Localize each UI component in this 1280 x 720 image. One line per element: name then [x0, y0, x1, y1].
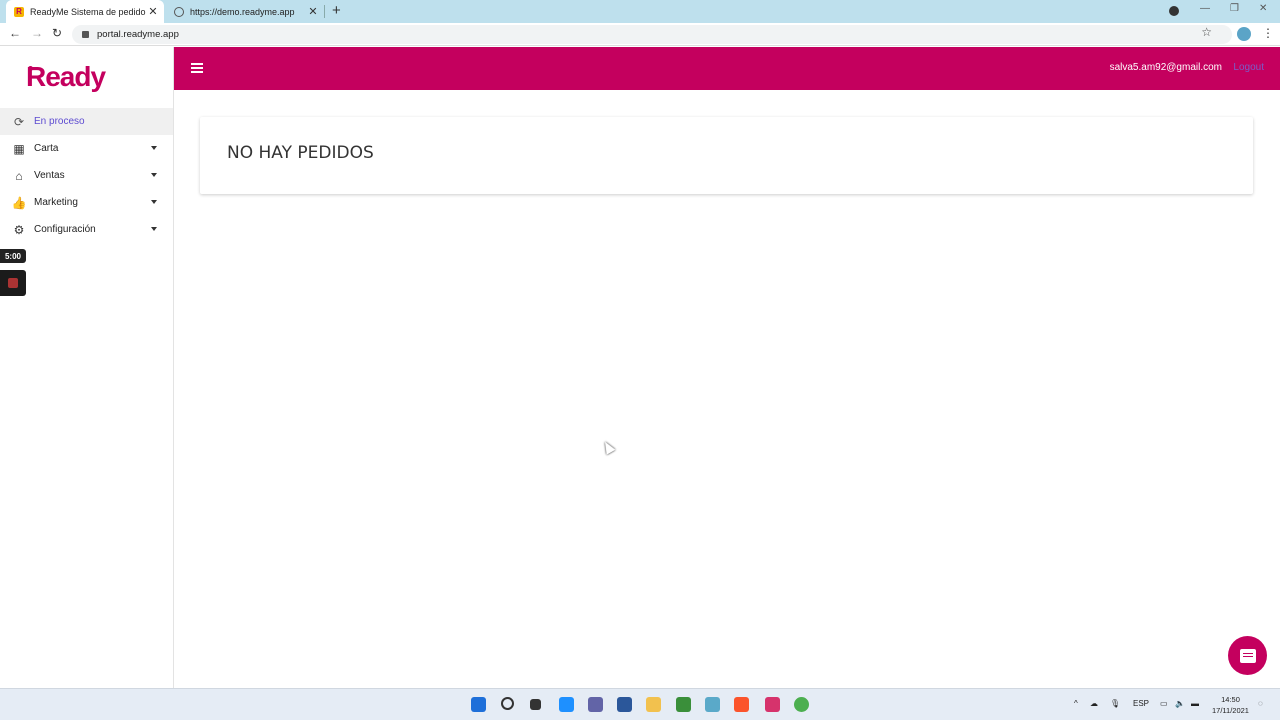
search-icon[interactable] — [501, 697, 514, 710]
app-icon[interactable] — [617, 697, 632, 712]
process-icon: ⟳ — [13, 114, 25, 129]
sidebar-item-carta[interactable]: ▦ Carta — [0, 135, 173, 162]
chevron-down-icon — [151, 200, 157, 204]
new-tab-icon[interactable]: + — [332, 2, 341, 19]
chevron-down-icon — [151, 173, 157, 177]
logout-link[interactable]: Logout — [1233, 62, 1264, 73]
sidebar-item-configuracion[interactable]: ⚙ Configuración — [0, 216, 173, 243]
dashboard-icon: ▦ — [13, 141, 25, 156]
close-tab-icon[interactable]: ✕ — [306, 5, 320, 18]
sidebar: Ready ⟳ En proceso ▦ Carta ⌂ Ventas 👍 Ma… — [0, 47, 174, 688]
sidebar-item-en-proceso[interactable]: ⟳ En proceso — [0, 108, 173, 135]
tab-title: https://demo.readyme.app — [190, 6, 295, 17]
app-icon[interactable] — [705, 697, 720, 712]
restore-icon[interactable]: ❐ — [1230, 3, 1239, 14]
sidebar-item-label: Marketing — [34, 197, 78, 208]
close-tab-icon[interactable]: ✕ — [146, 5, 160, 18]
teams-icon[interactable] — [588, 697, 603, 712]
tab-title: ReadyMe Sistema de pedidos — [30, 6, 146, 17]
sidebar-item-label: En proceso — [34, 116, 85, 127]
gear-icon: ⚙ — [13, 222, 25, 237]
globe-icon — [174, 6, 184, 17]
clock-time: 14:50 — [1221, 695, 1240, 704]
brave-icon[interactable] — [734, 697, 749, 712]
browser-tab-demo[interactable]: https://demo.readyme.app ✕ — [166, 0, 324, 23]
url-bar[interactable]: portal.readyme.app ☆ — [72, 25, 1232, 44]
chat-icon — [1239, 648, 1256, 663]
sidebar-item-ventas[interactable]: ⌂ Ventas — [0, 162, 173, 189]
readyme-favicon-icon: R — [14, 6, 24, 17]
chevron-down-icon — [151, 227, 157, 231]
minimize-icon[interactable]: — — [1200, 3, 1210, 14]
sidebar-item-marketing[interactable]: 👍 Marketing — [0, 189, 173, 216]
microphone-icon[interactable]: 🎙 — [1110, 699, 1120, 708]
ready-logo[interactable]: Ready — [26, 61, 106, 93]
chrome-icon[interactable] — [794, 697, 809, 712]
sidebar-item-label: Carta — [34, 143, 59, 154]
recording-timer: 5:00 — [0, 249, 26, 263]
sidebar-item-label: Configuración — [34, 224, 96, 235]
thumb-up-icon: 👍 — [11, 195, 27, 210]
mouse-cursor — [600, 439, 616, 455]
address-bar-row: ← → ↻ portal.readyme.app ☆ ⋮ — [0, 23, 1280, 46]
empty-orders-message: NO HAY PEDIDOS — [227, 143, 374, 163]
browser-menu-icon[interactable]: ⋮ — [1262, 26, 1274, 40]
battery-icon[interactable]: ▬ — [1191, 699, 1199, 708]
app-icon[interactable] — [765, 697, 780, 712]
system-clock[interactable]: 14:50 17/11/2021 — [1212, 694, 1249, 716]
file-explorer-icon[interactable] — [646, 697, 661, 712]
start-icon[interactable] — [471, 697, 486, 712]
user-email: salva5.am92@gmail.com — [1109, 62, 1222, 73]
volume-icon[interactable]: 🔈 — [1175, 699, 1185, 708]
browser-profile-icon[interactable] — [1169, 6, 1179, 16]
url-text: portal.readyme.app — [97, 29, 179, 40]
language-indicator[interactable]: ESP — [1133, 699, 1149, 708]
onedrive-icon[interactable]: ☁ — [1090, 699, 1098, 708]
close-window-icon[interactable]: ✕ — [1259, 3, 1267, 14]
orders-card: NO HAY PEDIDOS — [200, 117, 1253, 194]
task-view-icon[interactable] — [530, 699, 541, 710]
store-icon: ⌂ — [15, 168, 23, 183]
app-icon[interactable] — [676, 697, 691, 712]
browser-tab-readyme[interactable]: R ReadyMe Sistema de pedidos ✕ — [6, 0, 164, 23]
windows-taskbar: ^ ☁ 🎙 ESP ▭ 🔈 ▬ 14:50 17/11/2021 ◌ — [0, 688, 1280, 720]
widgets-icon[interactable] — [559, 697, 574, 712]
sidebar-nav: ⟳ En proceso ▦ Carta ⌂ Ventas 👍 Marketin… — [0, 108, 173, 243]
account-icon[interactable] — [1237, 27, 1251, 41]
app-header: salva5.am92@gmail.com Logout — [174, 47, 1280, 90]
reload-icon[interactable]: ↻ — [52, 26, 62, 40]
tab-separator — [324, 5, 325, 18]
back-icon[interactable]: ← — [9, 26, 21, 40]
bookmark-star-icon[interactable]: ☆ — [1201, 25, 1212, 39]
hamburger-menu-icon[interactable] — [191, 63, 203, 73]
sidebar-item-label: Ventas — [34, 170, 65, 181]
notifications-icon[interactable]: ◌ — [1258, 699, 1263, 708]
forward-icon[interactable]: → — [31, 26, 43, 40]
tray-chevron-up-icon[interactable]: ^ — [1074, 699, 1078, 708]
chevron-down-icon — [151, 146, 157, 150]
clock-date: 17/11/2021 — [1212, 706, 1249, 715]
network-icon[interactable]: ▭ — [1160, 699, 1168, 708]
browser-tab-strip: R ReadyMe Sistema de pedidos ✕ https://d… — [0, 0, 1280, 23]
stop-recording-button[interactable] — [0, 270, 26, 296]
chat-button[interactable] — [1228, 636, 1267, 675]
lock-icon — [82, 31, 89, 38]
